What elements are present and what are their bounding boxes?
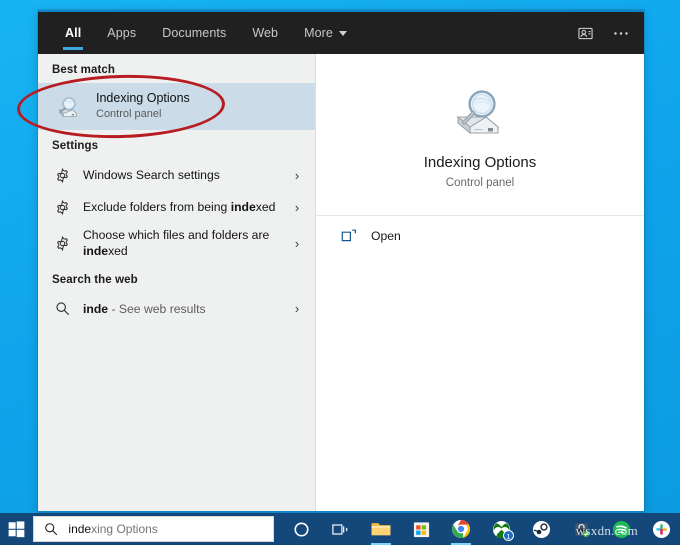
more-options-icon[interactable]: [610, 22, 632, 44]
windows-logo-icon: [8, 521, 25, 538]
xbox-button[interactable]: 1: [482, 513, 520, 545]
tab-documents-label: Documents: [162, 26, 226, 40]
settings-heading: Settings: [38, 130, 315, 159]
web-result-item[interactable]: inde - See web results ›: [38, 293, 315, 325]
google-chrome-button[interactable]: [442, 513, 480, 545]
task-view-button[interactable]: [322, 513, 360, 545]
chevron-right-icon: ›: [289, 302, 305, 315]
preview-subtitle: Control panel: [326, 177, 634, 189]
tab-documents[interactable]: Documents: [149, 12, 239, 54]
task-view-icon: [332, 522, 350, 537]
tab-more[interactable]: More: [291, 12, 360, 54]
search-the-web-heading: Search the web: [38, 264, 315, 293]
spotify-button[interactable]: [602, 513, 640, 545]
chevron-right-icon: ›: [289, 237, 305, 250]
preview-header: Indexing Options Control panel: [316, 54, 644, 216]
circle-icon: [293, 521, 310, 538]
search-panel-body: Best match: [38, 54, 644, 513]
best-match-subtitle: Control panel: [96, 108, 190, 122]
search-results-column: Best match: [38, 54, 316, 511]
chevron-right-icon: ›: [289, 169, 305, 182]
microsoft-store-button[interactable]: [402, 513, 440, 545]
tab-bar-actions: [574, 12, 644, 54]
steam-icon: [532, 520, 551, 539]
start-button[interactable]: [0, 513, 33, 545]
web-query: inde: [83, 302, 108, 316]
best-match-title: Indexing Options: [96, 91, 190, 107]
windows-search-flyout: All Apps Documents Web More: [38, 10, 644, 513]
settings-item-label: Choose which files and folders are index…: [83, 227, 289, 260]
tab-apps-label: Apps: [107, 26, 136, 40]
search-ghost-text: xing Options: [91, 522, 158, 536]
tab-all-label: All: [65, 26, 81, 40]
preview-column: Indexing Options Control panel Open: [316, 54, 644, 511]
search-icon: [44, 522, 58, 536]
password-manager-button[interactable]: [562, 513, 600, 545]
settings-item-label: Windows Search settings: [83, 167, 289, 183]
file-explorer-button[interactable]: [362, 513, 400, 545]
web-result-label: inde - See web results: [83, 301, 289, 317]
taskbar: indexing Options: [0, 513, 680, 545]
slack-button[interactable]: [642, 513, 680, 545]
tab-apps[interactable]: Apps: [94, 12, 149, 54]
tab-more-label: More: [304, 26, 333, 40]
tab-web[interactable]: Web: [239, 12, 291, 54]
open-external-icon: [340, 229, 358, 243]
store-icon: [412, 520, 431, 539]
taskbar-search-text: indexing Options: [68, 522, 157, 536]
settings-item-windows-search-settings[interactable]: Windows Search settings ›: [38, 159, 315, 191]
spotify-icon: [612, 520, 631, 539]
lock-icon: [572, 520, 591, 539]
indexing-options-icon: [52, 90, 86, 124]
search-tab-bar: All Apps Documents Web More: [38, 12, 644, 54]
chevron-down-icon: [339, 31, 347, 36]
open-action-label: Open: [371, 229, 401, 243]
preview-title: Indexing Options: [326, 154, 634, 171]
best-match-heading: Best match: [38, 54, 315, 83]
search-icon: [52, 301, 72, 316]
gear-icon: [52, 236, 72, 251]
gear-icon: [52, 200, 72, 215]
tab-all[interactable]: All: [52, 12, 94, 54]
taskbar-app-buttons: 1: [282, 513, 680, 545]
indexing-options-large-icon: [450, 84, 510, 140]
chrome-icon: [451, 519, 471, 539]
desktop-screen: All Apps Documents Web More: [0, 0, 680, 545]
gear-icon: [52, 168, 72, 183]
tab-web-label: Web: [252, 26, 278, 40]
taskbar-search-box[interactable]: indexing Options: [33, 516, 274, 542]
steam-button[interactable]: [522, 513, 560, 545]
preview-action-open[interactable]: Open: [316, 216, 644, 243]
best-match-text: Indexing Options Control panel: [96, 91, 190, 121]
account-icon[interactable]: [574, 22, 596, 44]
slack-icon: [652, 520, 671, 539]
settings-item-exclude-folders[interactable]: Exclude folders from being indexed ›: [38, 191, 315, 223]
best-match-item-indexing-options[interactable]: Indexing Options Control panel: [38, 83, 315, 130]
settings-item-label: Exclude folders from being indexed: [83, 199, 289, 215]
cortana-button[interactable]: [282, 513, 320, 545]
chevron-right-icon: ›: [289, 201, 305, 214]
search-typed-text: inde: [68, 522, 91, 536]
xbox-notification-badge: 1: [503, 530, 514, 541]
settings-item-choose-files-folders[interactable]: Choose which files and folders are index…: [38, 223, 315, 264]
folder-icon: [370, 520, 392, 538]
web-result-suffix: - See web results: [108, 302, 206, 316]
